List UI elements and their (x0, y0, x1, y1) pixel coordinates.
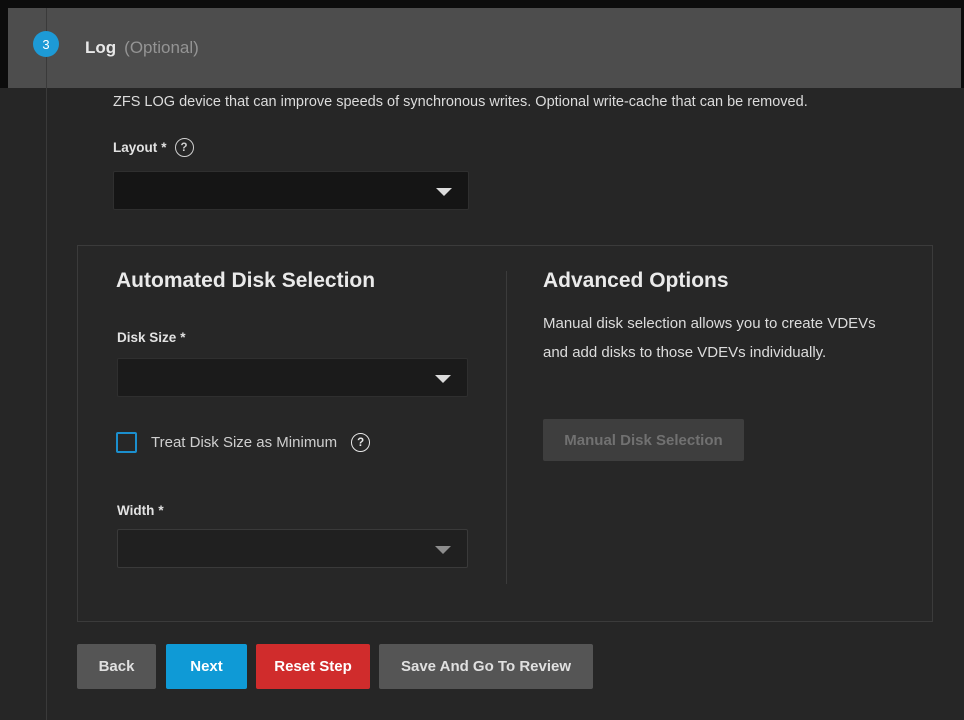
width-field-label: Width * (117, 503, 164, 518)
layout-field-label: Layout * ? (113, 138, 194, 157)
step-description: ZFS LOG device that can improve speeds o… (113, 94, 933, 110)
save-and-go-to-review-button[interactable]: Save And Go To Review (379, 644, 593, 689)
step-optional-text: (Optional) (124, 38, 199, 58)
required-marker: * (161, 140, 166, 155)
disk-size-select[interactable] (117, 358, 468, 397)
treat-min-row: Treat Disk Size as Minimum ? (116, 432, 370, 453)
reset-step-button[interactable]: Reset Step (256, 644, 370, 689)
automated-section-heading: Automated Disk Selection (116, 269, 375, 293)
back-button[interactable]: Back (77, 644, 156, 689)
step-header[interactable]: Log (Optional) (8, 8, 961, 88)
column-divider (506, 271, 507, 584)
width-select[interactable] (117, 529, 468, 568)
disk-size-field-label: Disk Size * (117, 330, 186, 345)
step-title: Log (Optional) (85, 8, 199, 88)
step-number-badge: 3 (33, 31, 59, 57)
wizard-step-log: Log (Optional) 3 ZFS LOG device that can… (0, 0, 964, 720)
layout-label-text: Layout (113, 140, 157, 155)
chevron-down-icon (435, 546, 451, 554)
next-button[interactable]: Next (166, 644, 247, 689)
disk-size-label-text: Disk Size (117, 330, 176, 345)
manual-disk-selection-button[interactable]: Manual Disk Selection (543, 419, 744, 461)
treat-min-help-icon[interactable]: ? (351, 433, 370, 452)
step-title-text: Log (85, 38, 116, 58)
treat-min-label: Treat Disk Size as Minimum (151, 434, 337, 451)
layout-help-icon[interactable]: ? (175, 138, 194, 157)
chevron-down-icon (435, 375, 451, 383)
width-label-text: Width (117, 503, 154, 518)
required-marker: * (180, 330, 185, 345)
advanced-section-heading: Advanced Options (543, 269, 729, 293)
chevron-down-icon (436, 188, 452, 196)
treat-disk-size-checkbox[interactable] (116, 432, 137, 453)
stepper-connector-line (46, 8, 47, 720)
required-marker: * (158, 503, 163, 518)
disk-selection-panel: Automated Disk Selection Disk Size * Trea… (77, 245, 933, 622)
advanced-description: Manual disk selection allows you to crea… (543, 309, 883, 367)
layout-select[interactable] (113, 171, 469, 210)
step-content: ZFS LOG device that can improve speeds o… (0, 88, 964, 720)
